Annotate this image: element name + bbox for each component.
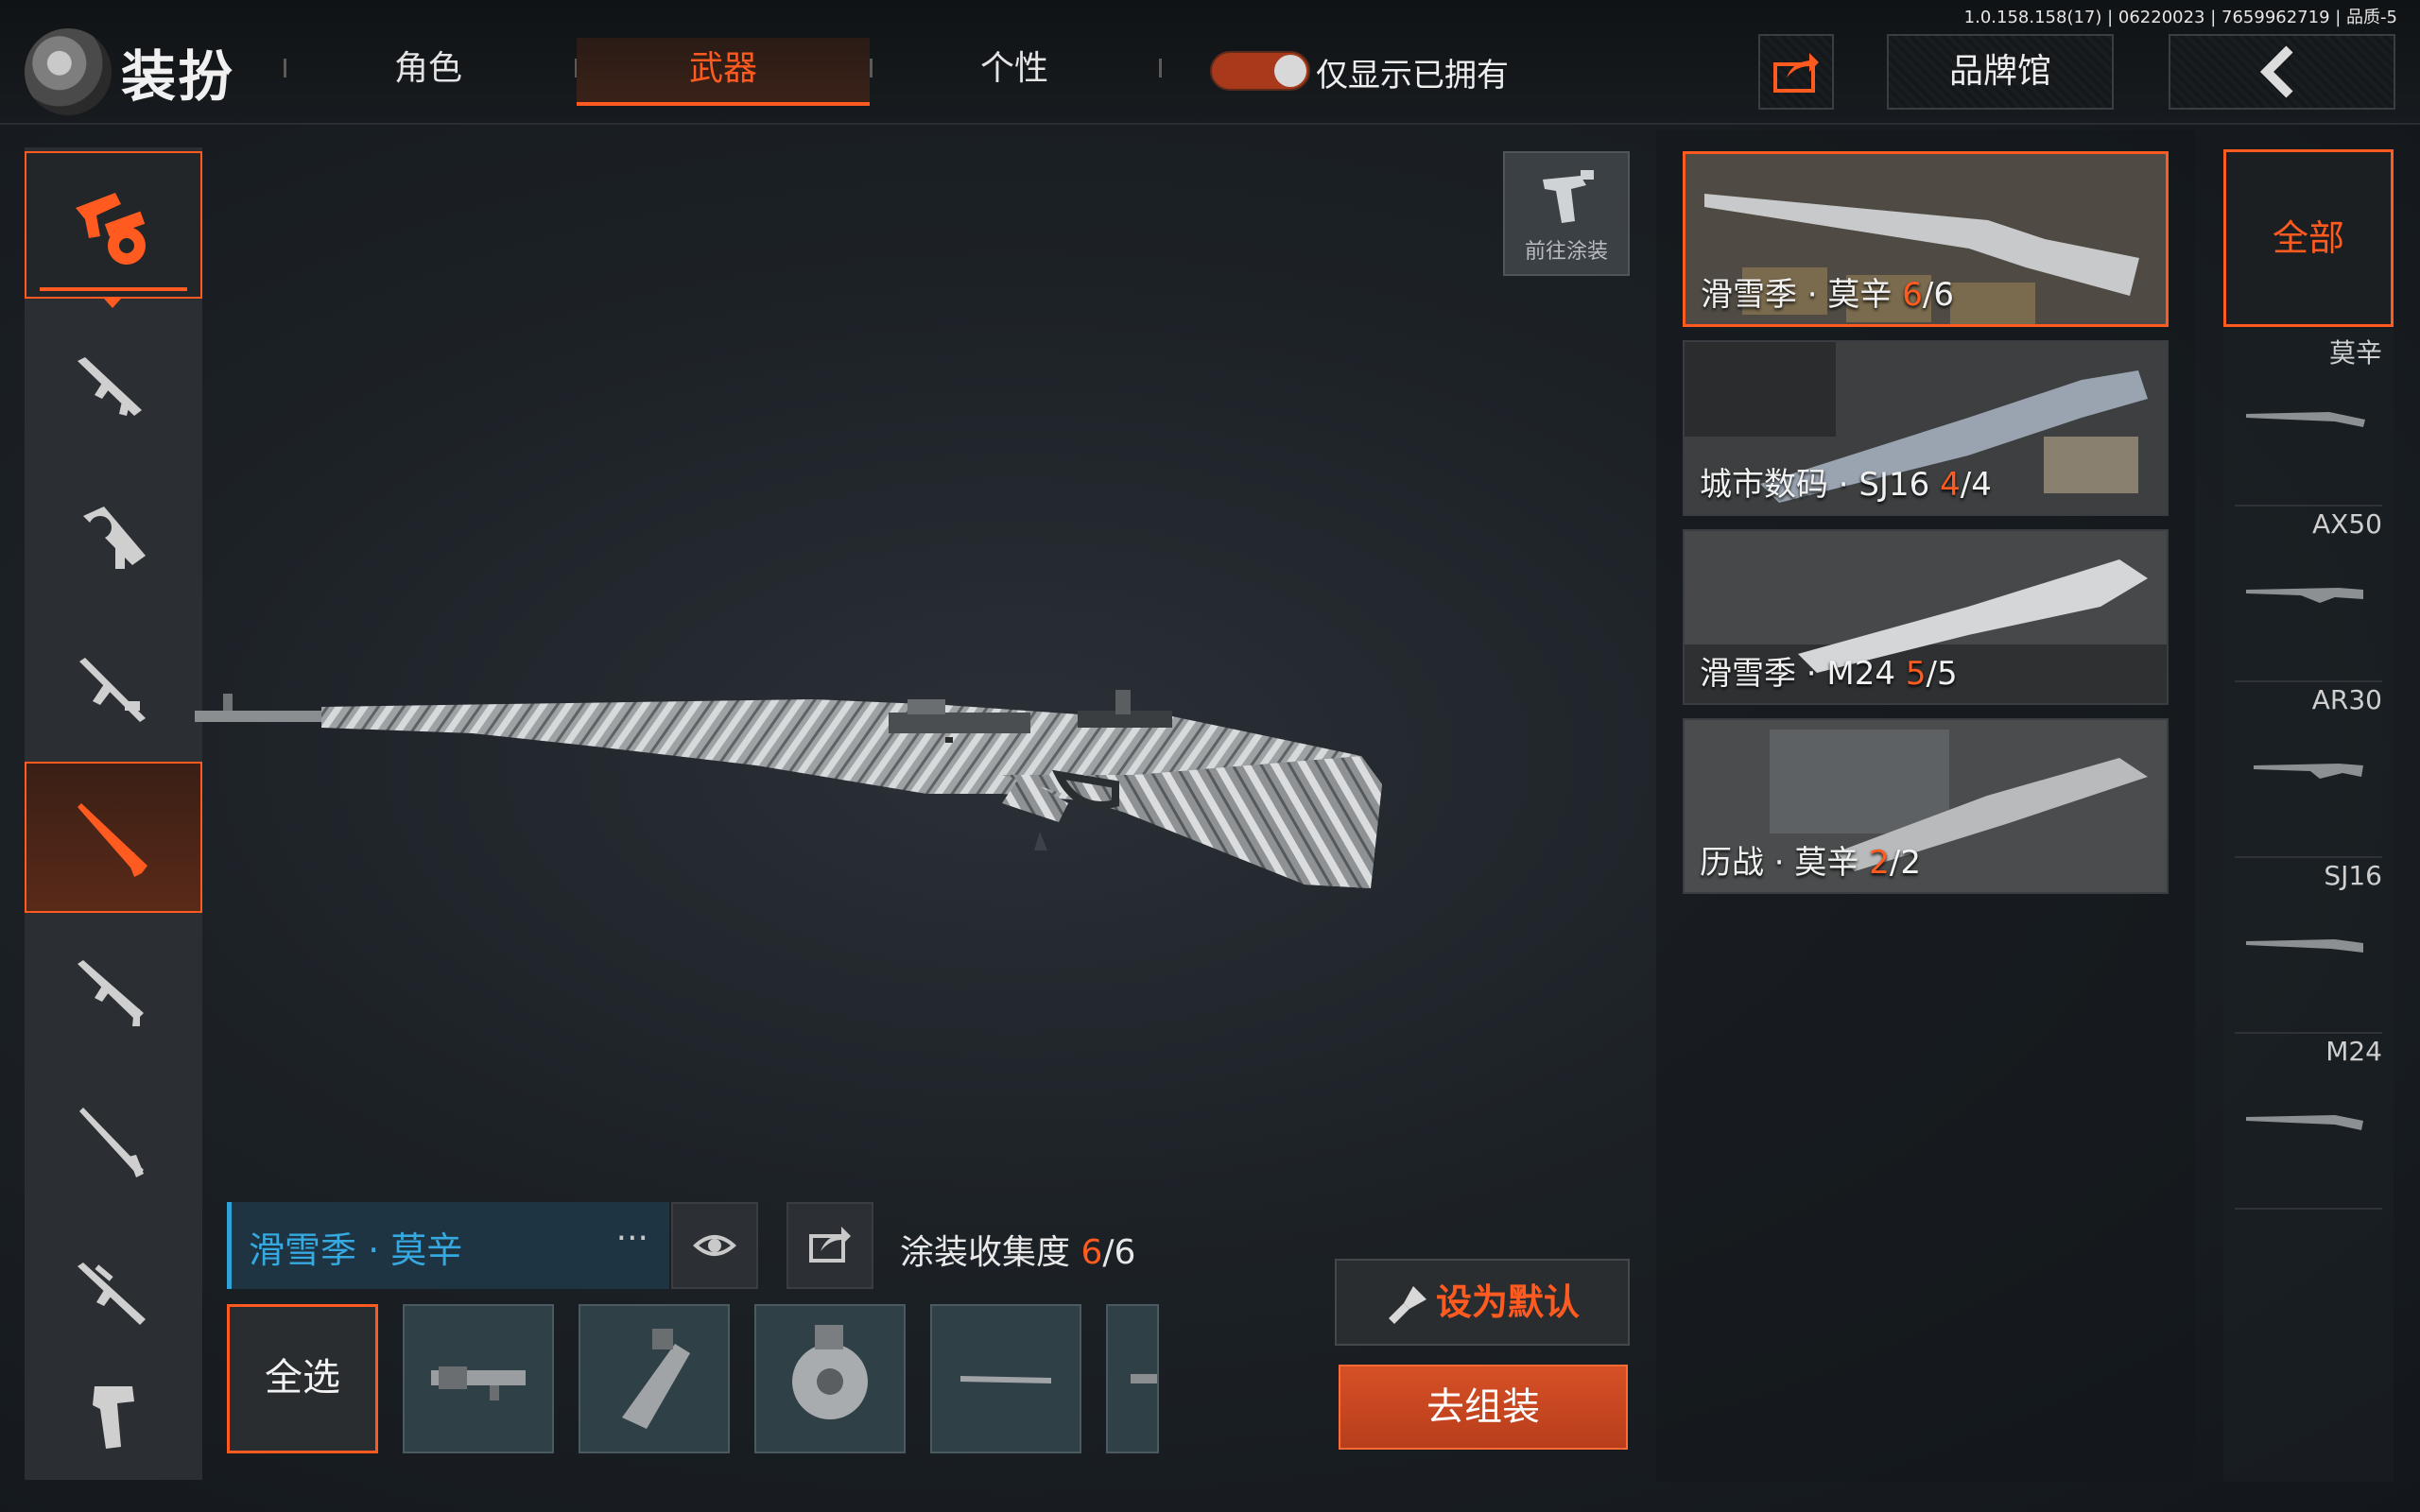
skin-card-label: 城市数码 · SJ16 4/4 (1700, 466, 1992, 504)
all-weapons-icon (76, 193, 146, 265)
skin-card-label: 历战 · 莫辛 2/2 (1700, 844, 1921, 882)
sj16-icon (2246, 939, 2363, 953)
part-slot[interactable] (1106, 1304, 1159, 1453)
skin-card[interactable]: 滑雪季 · M24 5/5 (1683, 529, 2169, 705)
part-slot[interactable] (930, 1304, 1081, 1453)
ax50-icon (2246, 588, 2363, 603)
share-button[interactable] (1758, 34, 1834, 110)
page-title: 装扮 (121, 44, 235, 109)
back-arrow-icon (2259, 45, 2293, 98)
share-skin-button[interactable] (786, 1202, 873, 1289)
pistol-icon (93, 1386, 134, 1449)
toggle-knob (1274, 55, 1306, 87)
select-all-button[interactable]: 全选 (227, 1304, 378, 1453)
category-sniper-rifle[interactable] (25, 762, 202, 913)
goto-paint-label: 前往涂装 (1524, 240, 1608, 264)
divider (1159, 59, 1162, 77)
back-button[interactable] (2169, 34, 2395, 110)
shotgun-icon (79, 1108, 144, 1177)
set-default-label: 设为默认 (1435, 1281, 1580, 1323)
m24-icon (2246, 1115, 2363, 1130)
filter-weapon-name: AX50 (2312, 508, 2382, 540)
active-indicator (104, 299, 121, 308)
drum-part-icon (792, 1325, 868, 1419)
preview-button[interactable] (671, 1202, 758, 1289)
category-assault-rifle[interactable] (25, 312, 202, 459)
carbine-icon (78, 960, 144, 1026)
sniper-rifle-icon (78, 803, 147, 877)
dmr-icon (78, 1263, 146, 1325)
owned-only-toggle[interactable] (1210, 51, 1310, 91)
filter-weapon-name: AR30 (2311, 684, 2382, 715)
set-default-button[interactable]: 设为默认 (1335, 1259, 1630, 1346)
filter-weapon-item[interactable]: AR30 (2223, 682, 2394, 858)
partial-part-icon (1131, 1374, 1157, 1383)
eye-icon (693, 1235, 736, 1256)
share-icon (809, 1227, 851, 1263)
brush-icon (1388, 1285, 1426, 1324)
assault-rifle-icon (78, 357, 142, 416)
goto-paint-button[interactable]: 前往涂装 (1503, 151, 1630, 276)
category-all-weapons[interactable] (25, 151, 202, 299)
skin-card[interactable]: 滑雪季 · 莫辛 6/6 (1683, 151, 2169, 327)
share-icon (1773, 53, 1819, 93)
category-dmr[interactable] (25, 1219, 202, 1366)
filter-all-button[interactable]: 全部 (2223, 149, 2394, 327)
skin-card[interactable]: 历战 · 莫辛 2/2 (1683, 718, 2169, 894)
lmg-icon (79, 658, 146, 722)
collection-progress: 涂装收集度 6/6 (900, 1233, 1136, 1272)
part-slot[interactable] (754, 1304, 906, 1453)
mosin-icon (2246, 412, 2365, 427)
category-lmg[interactable] (25, 614, 202, 762)
divider (284, 59, 286, 77)
skin-card-label: 滑雪季 · 莫辛 6/6 (1701, 276, 1954, 314)
tab-personality[interactable]: 个性 (926, 38, 1102, 106)
filter-weapon-item[interactable]: SJ16 (2223, 858, 2394, 1034)
muzzle-part-icon (431, 1366, 526, 1400)
current-skin-name: 滑雪季 · 莫辛 (249, 1229, 463, 1271)
weapon-model-mosin (195, 690, 1382, 888)
category-shotgun[interactable] (25, 1068, 202, 1215)
divider (2235, 1208, 2382, 1210)
barrel-part-icon (960, 1376, 1051, 1383)
part-slot[interactable] (403, 1304, 554, 1453)
skin-card[interactable]: 城市数码 · SJ16 4/4 (1683, 340, 2169, 516)
tab-weapon[interactable]: 武器 (577, 38, 870, 106)
version-info: 1.0.158.158(17) | 06220023 | 7659962719 … (1963, 8, 2397, 27)
ar30-icon (2254, 764, 2363, 779)
more-options-button[interactable]: ··· (616, 1219, 648, 1258)
brand-hall-button[interactable]: 品牌馆 (1887, 34, 2114, 110)
skin-card-label: 滑雪季 · M24 5/5 (1700, 655, 1958, 693)
filter-weapon-name: SJ16 (2324, 860, 2382, 891)
smg-icon (83, 507, 146, 569)
magazine-part-icon (622, 1329, 690, 1429)
current-skin-bar: 滑雪季 · 莫辛 ··· (227, 1202, 669, 1289)
divider (870, 59, 873, 77)
category-smg[interactable] (25, 463, 202, 610)
filter-weapon-item[interactable]: AX50 (2223, 507, 2394, 682)
category-pistol[interactable] (25, 1366, 202, 1480)
filter-weapon-name: M24 (2325, 1036, 2382, 1067)
filter-weapon-name: 莫辛 (2328, 337, 2382, 369)
spray-gun-icon (1543, 170, 1594, 223)
filter-weapon-item[interactable]: 莫辛 (2223, 331, 2394, 507)
globe-logo-icon (25, 28, 112, 115)
owned-only-label: 仅显示已拥有 (1316, 57, 1509, 94)
tab-character[interactable]: 角色 (340, 38, 516, 106)
part-slot[interactable] (579, 1304, 730, 1453)
category-carbine[interactable] (25, 917, 202, 1064)
go-assemble-button[interactable]: 去组装 (1339, 1365, 1628, 1450)
filter-weapon-item[interactable]: M24 (2223, 1034, 2394, 1210)
